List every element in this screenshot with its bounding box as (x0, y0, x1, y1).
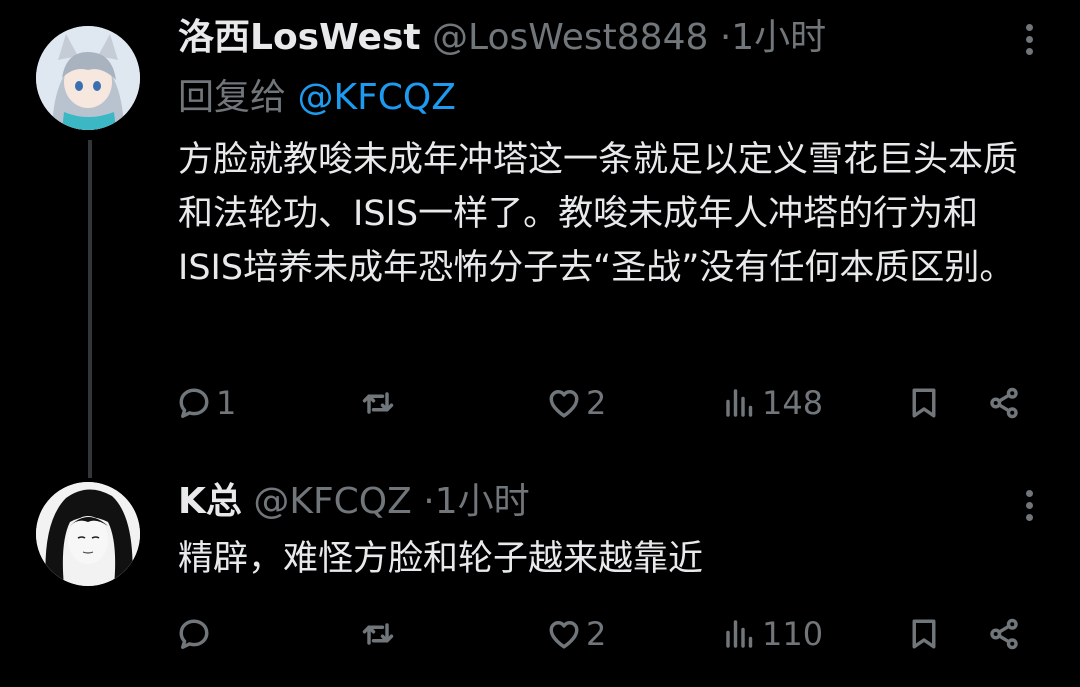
timestamp[interactable]: 1小时 (435, 481, 530, 522)
share-icon (990, 387, 1018, 419)
reply-icon (179, 619, 209, 649)
thread-connector-line (88, 140, 92, 478)
tweet-header: K总 @KFCQZ ·1小时 (178, 480, 530, 524)
retweet-icon (362, 392, 394, 414)
sketch-avatar-image (36, 482, 140, 586)
bookmark-icon (912, 388, 936, 418)
tweet-header: 洛西LosWest @LosWest8848 ·1小时 (178, 16, 826, 60)
bookmark-button[interactable] (906, 609, 942, 659)
like-icon (549, 390, 579, 418)
tweet-1[interactable]: 洛西LosWest @LosWest8848 ·1小时 回复给 @KFCQZ 方… (0, 0, 1080, 478)
action-bar: 2 110 (170, 609, 1040, 659)
avatar-kfcqz[interactable] (36, 482, 140, 586)
views-icon (726, 620, 753, 648)
tweet-text: 方脸就教唆未成年冲塔这一条就足以定义雪花巨头本质和法轮功、ISIS一样了。教唆未… (178, 140, 1019, 288)
display-name[interactable]: 洛西LosWest (178, 17, 421, 58)
more-options-icon[interactable] (1026, 490, 1034, 526)
separator-dot: · (719, 17, 732, 58)
like-icon (549, 621, 579, 649)
like-count: 2 (586, 384, 607, 422)
views-button[interactable]: 110 (722, 609, 823, 659)
timestamp[interactable]: 1小时 (731, 17, 826, 58)
share-button[interactable] (986, 378, 1022, 428)
reply-button[interactable] (176, 609, 216, 659)
action-bar: 1 2 148 (170, 378, 1040, 428)
like-button[interactable]: 2 (546, 378, 606, 428)
reply-icon (179, 388, 209, 418)
like-count: 2 (586, 615, 607, 653)
reply-prefix: 回复给 (178, 77, 287, 118)
tweet-text: 精辟，难怪方脸和轮子越来越靠近 (178, 539, 704, 579)
bookmark-icon (912, 619, 936, 649)
share-icon (990, 618, 1018, 650)
avatar-loswest[interactable] (36, 26, 140, 130)
reply-button[interactable]: 1 (176, 378, 236, 428)
more-options-icon[interactable] (1026, 24, 1034, 60)
retweet-button[interactable] (360, 609, 400, 659)
retweet-button[interactable] (360, 378, 400, 428)
retweet-icon (362, 623, 394, 645)
reply-mention-link[interactable]: @KFCQZ (297, 77, 455, 118)
user-handle[interactable]: @LosWest8848 (432, 17, 708, 58)
anime-avatar-image (36, 26, 140, 130)
like-button[interactable]: 2 (546, 609, 606, 659)
bookmark-button[interactable] (906, 378, 942, 428)
views-count: 110 (762, 615, 824, 653)
views-icon (726, 389, 753, 417)
views-button[interactable]: 148 (722, 378, 823, 428)
tweet-2[interactable]: K总 @KFCQZ ·1小时 精辟，难怪方脸和轮子越来越靠近 2 110 (0, 470, 1080, 687)
user-handle[interactable]: @KFCQZ (253, 481, 411, 522)
reply-context: 回复给 @KFCQZ (178, 76, 456, 120)
share-button[interactable] (986, 609, 1022, 659)
separator-dot: · (423, 481, 435, 522)
reply-count: 1 (216, 384, 237, 422)
views-count: 148 (762, 384, 824, 422)
display-name[interactable]: K总 (178, 481, 242, 522)
